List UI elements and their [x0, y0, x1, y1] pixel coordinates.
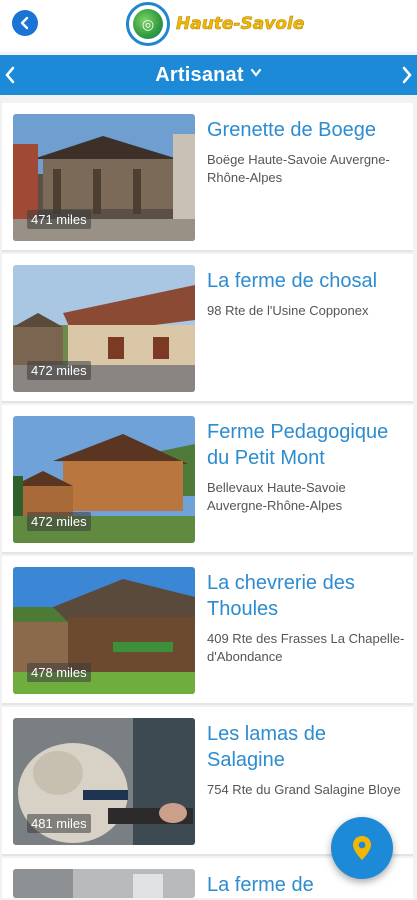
place-title[interactable]: La chevrerie des Thoules: [207, 570, 407, 622]
place-list: 471 miles Grenette de Boege Boëge Haute-…: [2, 103, 413, 900]
distance-label: 478 miles: [27, 663, 91, 682]
place-title[interactable]: Grenette de Boege: [207, 117, 407, 143]
distance-label: 472 miles: [27, 361, 91, 380]
category-title[interactable]: Artisanat: [155, 64, 244, 87]
place-address: 409 Rte des Frasses La Chapelle-d'Abonda…: [207, 631, 405, 664]
map-button[interactable]: [331, 817, 393, 879]
map-pin-icon: [353, 836, 371, 860]
place-address: Bellevaux Haute-Savoie Auvergne-Rhône-Al…: [207, 480, 346, 513]
list-item[interactable]: 472 miles Ferme Pedagogique du Petit Mon…: [2, 405, 413, 554]
category-bar: Artisanat: [0, 55, 417, 95]
chevron-left-icon[interactable]: [4, 65, 16, 85]
logo-emblem: ◎: [126, 2, 170, 46]
place-title[interactable]: La ferme de chosal: [207, 268, 407, 294]
place-photo: [13, 869, 195, 898]
list-item[interactable]: 471 miles Grenette de Boege Boëge Haute-…: [2, 103, 413, 252]
distance-label: 471 miles: [27, 210, 91, 229]
distance-label: 481 miles: [27, 814, 91, 833]
app-logo: ◎ Haute-Savoie: [126, 0, 305, 48]
place-photo: 478 miles: [13, 567, 195, 694]
place-photo: 472 miles: [13, 265, 195, 392]
back-arrow-icon: [20, 16, 29, 30]
place-title[interactable]: Les lamas de Salagine: [207, 721, 407, 773]
app-header: ◎ Haute-Savoie: [0, 0, 417, 52]
back-button[interactable]: [12, 10, 38, 36]
chevron-right-icon[interactable]: [401, 65, 413, 85]
logo-text: Haute-Savoie: [176, 14, 305, 35]
distance-label: 472 miles: [27, 512, 91, 531]
place-photo: 471 miles: [13, 114, 195, 241]
chevron-down-icon[interactable]: [250, 68, 262, 78]
place-title[interactable]: La ferme de: [207, 872, 407, 898]
place-title[interactable]: Ferme Pedagogique du Petit Mont: [207, 419, 407, 471]
place-photo: 472 miles: [13, 416, 195, 543]
place-address: Boëge Haute-Savoie Auvergne-Rhône-Alpes: [207, 152, 390, 185]
globe-icon: ◎: [133, 9, 163, 39]
place-address: 98 Rte de l'Usine Copponex: [207, 303, 369, 318]
place-photo: 481 miles: [13, 718, 195, 845]
place-address: 754 Rte du Grand Salagine Bloye: [207, 782, 401, 797]
list-item[interactable]: 478 miles La chevrerie des Thoules 409 R…: [2, 556, 413, 705]
list-item[interactable]: 472 miles La ferme de chosal 98 Rte de l…: [2, 254, 413, 403]
